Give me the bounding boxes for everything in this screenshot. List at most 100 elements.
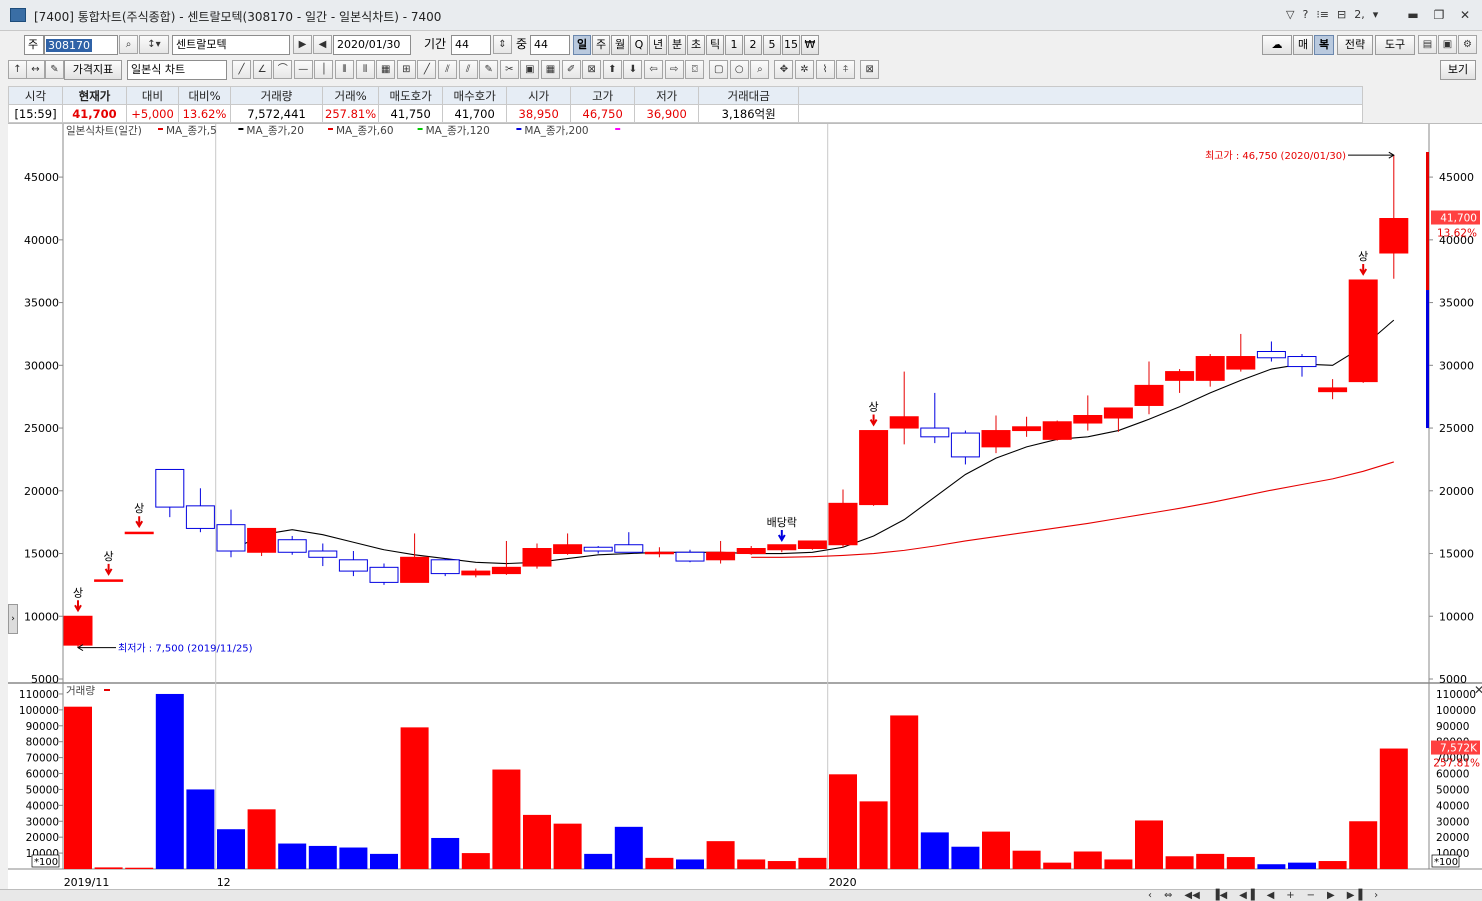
- arc-tool-icon[interactable]: ⌒: [273, 60, 293, 79]
- interval-button-0[interactable]: 일: [573, 35, 591, 55]
- fibo-time-tool-icon[interactable]: ⦀: [335, 60, 354, 79]
- filter-icon[interactable]: ▽: [1286, 8, 1294, 21]
- right-arrow-tool-icon[interactable]: ⇨: [664, 60, 684, 79]
- dropdown-icon[interactable]: ▾: [1373, 8, 1379, 21]
- overlap-input[interactable]: 44: [530, 35, 570, 55]
- up-arrow-tool-icon[interactable]: ⬆: [602, 60, 622, 79]
- next-arrow-icon[interactable]: ▶: [293, 35, 312, 54]
- grid-tool-icon[interactable]: ▦: [376, 60, 396, 79]
- interval-button-6[interactable]: 초: [687, 35, 705, 55]
- pattern-tool-icon[interactable]: ▦: [541, 60, 560, 79]
- sort-icon[interactable]: ↕▾: [139, 35, 169, 54]
- text-tool-icon[interactable]: ⌼: [685, 60, 705, 79]
- interval-button-9[interactable]: 2: [744, 35, 762, 55]
- code-input[interactable]: 308170: [44, 35, 118, 55]
- zoom-in-icon[interactable]: +: [1286, 890, 1294, 901]
- open-icon[interactable]: ▤: [1418, 35, 1437, 54]
- volume-bar: [1379, 748, 1408, 869]
- prev-arrow-icon[interactable]: ◀: [313, 35, 332, 54]
- fibo-line-tool-icon[interactable]: ⦀: [355, 60, 375, 79]
- scroll-right-icon[interactable]: ›: [1374, 890, 1378, 901]
- interval-button-10[interactable]: 5: [763, 35, 781, 55]
- arrow-up-icon[interactable]: ↑: [8, 60, 27, 79]
- zoom-fit-icon[interactable]: ⇔: [1164, 890, 1172, 901]
- down-arrow-tool-icon[interactable]: ⬇: [623, 60, 643, 79]
- circle-tool-icon[interactable]: ○: [729, 60, 749, 79]
- cloud-icon[interactable]: ☁: [1262, 35, 1292, 55]
- pen-tool-icon[interactable]: ✎: [479, 60, 499, 79]
- maximize-button[interactable]: ❐: [1428, 5, 1450, 25]
- hline-tool-icon[interactable]: —: [293, 60, 313, 79]
- interval-button-12[interactable]: ₩: [801, 35, 819, 55]
- stock-name-field[interactable]: 센트랄모텍: [172, 35, 290, 55]
- zoom-out-icon[interactable]: −: [1307, 890, 1315, 901]
- side-panel-toggle[interactable]: ›: [8, 604, 18, 634]
- rect-tool-icon[interactable]: ▢: [709, 60, 729, 79]
- chart-type-select[interactable]: 일본식 차트: [127, 60, 227, 80]
- interval-button-1[interactable]: 주: [592, 35, 610, 55]
- interval-button-2[interactable]: 월: [611, 35, 629, 55]
- volume-bar: [1288, 862, 1316, 869]
- parallel-tool-icon[interactable]: ⫽: [438, 60, 457, 79]
- x-tick-label: 2020: [829, 876, 857, 889]
- interval-button-4[interactable]: 년: [649, 35, 667, 55]
- help-icon[interactable]: ?: [1302, 8, 1308, 21]
- multi-line-tool-icon[interactable]: ⫽: [458, 60, 478, 79]
- cycle-tool-icon[interactable]: ⍏: [836, 60, 856, 79]
- first-icon[interactable]: ▐◀: [1212, 890, 1227, 901]
- arrow-lr-icon[interactable]: ↔: [26, 60, 45, 79]
- close-button[interactable]: ✕: [1454, 5, 1476, 25]
- erase-tool-icon[interactable]: ⊠: [860, 60, 880, 79]
- layout-icon[interactable]: ⊟: [1337, 8, 1346, 21]
- settings-icon[interactable]: ⚙: [1458, 35, 1477, 54]
- cross-tool-icon[interactable]: ⊠: [582, 60, 602, 79]
- tools-button[interactable]: 도구: [1375, 35, 1415, 55]
- interval-button-8[interactable]: 1: [725, 35, 743, 55]
- left-arrow-tool-icon[interactable]: ⇦: [644, 60, 663, 79]
- compound-button[interactable]: 복: [1314, 35, 1334, 55]
- save-icon[interactable]: ▣: [1438, 35, 1457, 54]
- magnet-tool-icon[interactable]: ✥: [774, 60, 794, 79]
- app-icon: [10, 8, 26, 22]
- interval-button-11[interactable]: 15: [782, 35, 800, 55]
- zoom-tool-icon[interactable]: ⌕: [750, 60, 770, 79]
- view-button[interactable]: 보기: [1440, 60, 1476, 80]
- box-tool-icon[interactable]: ⊞: [396, 60, 416, 79]
- edit-icon[interactable]: ✎: [45, 60, 64, 79]
- step-fwd-icon[interactable]: ▶: [1327, 890, 1335, 901]
- vol-tick-label-left: 40000: [26, 800, 59, 812]
- vol-tick-label-left: 50000: [26, 784, 59, 796]
- indicator-button[interactable]: 가격지표: [64, 60, 122, 80]
- fast-back-icon[interactable]: ◀◀: [1184, 890, 1199, 901]
- period-spin-icon[interactable]: ⇕: [493, 35, 512, 54]
- page-icon[interactable]: ◀▐: [1239, 890, 1254, 901]
- interval-button-5[interactable]: 분: [668, 35, 686, 55]
- channel-tool-icon[interactable]: ╱: [417, 60, 437, 79]
- interval-button-7[interactable]: 틱: [706, 35, 724, 55]
- high-label: 최고가 : 46,750 (2020/01/30): [1205, 150, 1346, 162]
- order-button[interactable]: 매: [1293, 35, 1313, 55]
- star-tool-icon[interactable]: ✲: [795, 60, 814, 79]
- price-volume-chart[interactable]: 2019/11 12 2020 45000 45000 40000 40000 35000 35…: [8, 124, 1482, 890]
- strategy-button[interactable]: 전략: [1337, 35, 1373, 55]
- trendline-tool-icon[interactable]: ╱: [232, 60, 251, 79]
- step-back-icon[interactable]: ◀: [1267, 890, 1275, 901]
- cut-tool-icon[interactable]: ✂: [499, 60, 519, 79]
- vline-tool-icon[interactable]: │: [314, 60, 334, 79]
- list-icon[interactable]: ⁝≡: [1316, 8, 1329, 21]
- wave-tool-icon[interactable]: ⌇: [815, 60, 835, 79]
- angle-tool-icon[interactable]: ∠: [252, 60, 272, 79]
- period-input[interactable]: 44: [451, 35, 491, 55]
- note-tool-icon[interactable]: ✐: [561, 60, 581, 79]
- minimize-button[interactable]: ▬: [1402, 5, 1424, 25]
- chart-area[interactable]: 2019/11 12 2020 45000 45000 40000 40000 35000 35…: [8, 123, 1482, 889]
- search-icon[interactable]: ⌕: [119, 35, 138, 54]
- scroll-left-icon[interactable]: ‹: [1148, 890, 1152, 901]
- interval-button-3[interactable]: Q: [630, 35, 648, 55]
- fill-tool-icon[interactable]: ▣: [520, 60, 540, 79]
- last-icon[interactable]: ▶▐: [1347, 890, 1362, 901]
- split-icon[interactable]: 2,: [1354, 8, 1365, 21]
- date-field[interactable]: 2020/01/30: [333, 35, 411, 55]
- market-select[interactable]: 주: [24, 35, 44, 55]
- volume-bar: [584, 853, 613, 869]
